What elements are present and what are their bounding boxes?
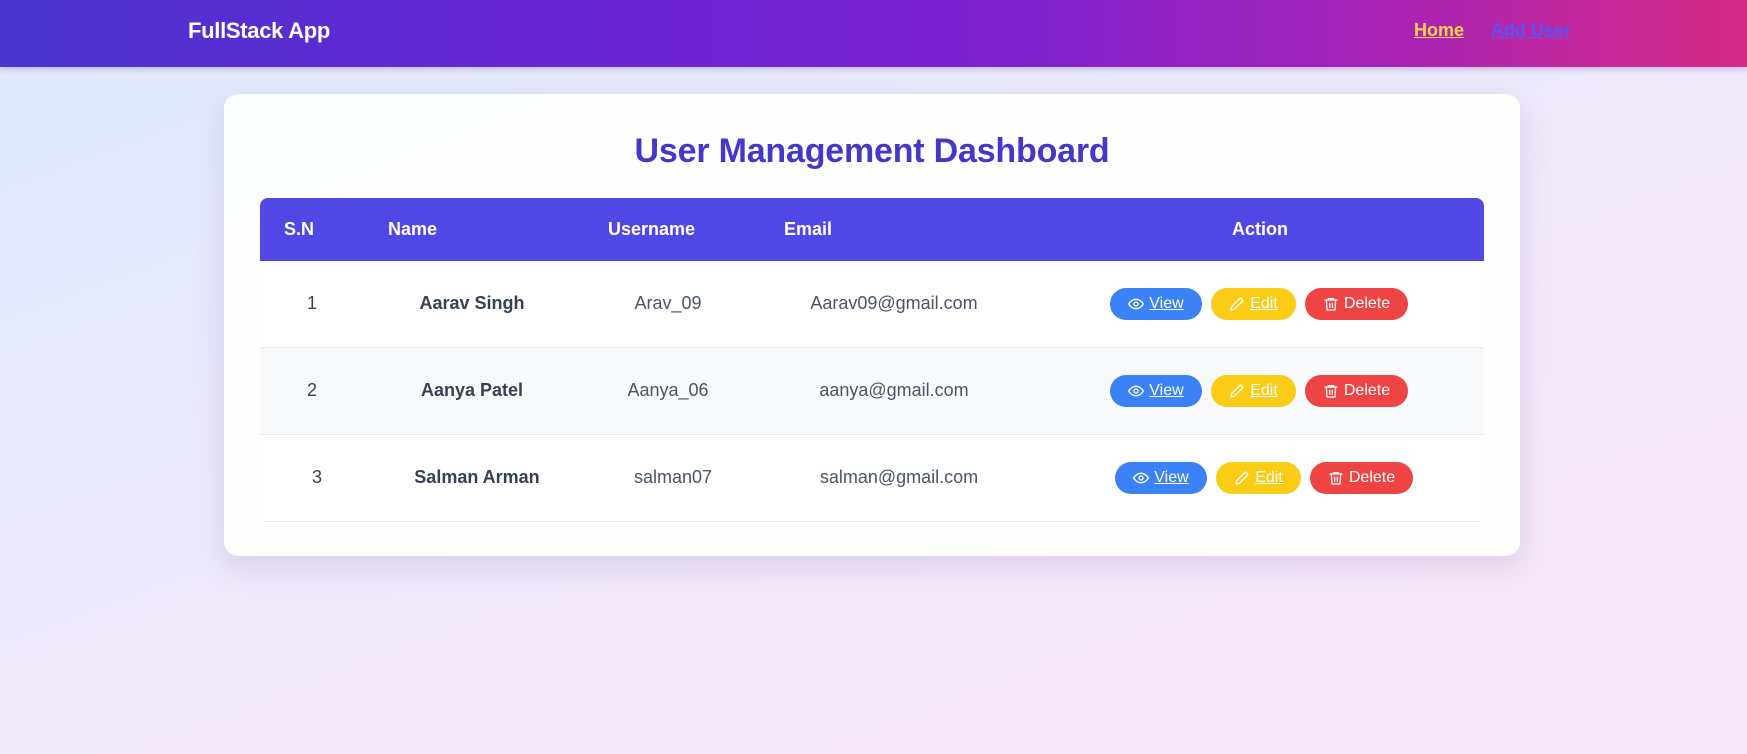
row-serial-number: 3: [311, 467, 322, 487]
pencil-icon: [1234, 470, 1250, 486]
delete-button[interactable]: Delete: [1305, 375, 1408, 407]
row-email: salman@gmail.com: [819, 467, 979, 487]
edit-button[interactable]: Edit: [1211, 375, 1296, 407]
pencil-icon: [1229, 296, 1245, 312]
row-username: Arav_09: [634, 293, 702, 313]
column-header-sn: S.N: [284, 219, 315, 239]
table-row: 1 Aarav Singh Arav_09 Aarav09@gmail.com …: [260, 261, 1484, 348]
row-actions: View Edit Delete: [1110, 288, 1408, 320]
trash-icon: [1323, 296, 1339, 312]
table-header: S.N Name Username Email Action: [260, 198, 1484, 261]
row-actions: View Edit Delete: [1110, 375, 1408, 407]
navbar: FullStack App Home Add User: [0, 0, 1747, 67]
delete-button-label: Delete: [1343, 295, 1391, 312]
row-email: Aarav09@gmail.com: [810, 293, 978, 313]
column-header-action: Action: [1232, 219, 1288, 239]
column-header-email: Email: [784, 219, 833, 239]
table-row: 2 Aanya Patel Aanya_06 aanya@gmail.com V…: [260, 348, 1484, 435]
column-header-username: Username: [608, 219, 696, 239]
brand-logo[interactable]: FullStack App: [188, 18, 330, 44]
pencil-icon: [1229, 383, 1245, 399]
delete-button-label: Delete: [1348, 469, 1396, 486]
view-button[interactable]: View: [1110, 375, 1202, 407]
row-name: Aarav Singh: [419, 293, 525, 313]
table-row: 3 Salman Arman salman07 salman@gmail.com…: [265, 435, 1479, 522]
delete-button[interactable]: Delete: [1310, 462, 1413, 494]
edit-button-label: Edit: [1250, 382, 1278, 399]
table-body: 1 Aarav Singh Arav_09 Aarav09@gmail.com …: [260, 261, 1484, 522]
view-button[interactable]: View: [1115, 462, 1207, 494]
dashboard-card: User Management Dashboard S.N Name Usern…: [224, 94, 1520, 556]
row-username: Aanya_06: [627, 380, 709, 400]
delete-button-label: Delete: [1343, 382, 1391, 399]
eye-icon: [1128, 383, 1145, 399]
view-button-label: View: [1149, 295, 1184, 312]
trash-icon: [1323, 383, 1339, 399]
view-button[interactable]: View: [1110, 288, 1202, 320]
nav-links: Home Add User: [1414, 20, 1571, 41]
view-button-label: View: [1154, 469, 1189, 486]
edit-button-label: Edit: [1250, 295, 1278, 312]
trash-icon: [1328, 470, 1344, 486]
row-name: Aanya Patel: [420, 380, 524, 400]
row-email: aanya@gmail.com: [819, 380, 969, 400]
edit-button[interactable]: Edit: [1216, 462, 1301, 494]
row-username: salman07: [633, 467, 713, 487]
users-table: S.N Name Username Email Action 1 Aarav S…: [260, 198, 1484, 522]
delete-button[interactable]: Delete: [1305, 288, 1408, 320]
row-serial-number: 2: [306, 380, 317, 400]
edit-button-label: Edit: [1255, 469, 1283, 486]
column-header-name: Name: [388, 219, 438, 239]
eye-icon: [1133, 470, 1150, 486]
view-button-label: View: [1149, 382, 1184, 399]
row-serial-number: 1: [306, 293, 317, 313]
nav-link-add-user[interactable]: Add User: [1491, 20, 1571, 41]
eye-icon: [1128, 296, 1145, 312]
row-actions: View Edit Delete: [1115, 462, 1413, 494]
nav-link-home[interactable]: Home: [1414, 20, 1464, 41]
row-name: Salman Arman: [414, 467, 540, 487]
edit-button[interactable]: Edit: [1211, 288, 1296, 320]
page-title: User Management Dashboard: [634, 132, 1110, 170]
